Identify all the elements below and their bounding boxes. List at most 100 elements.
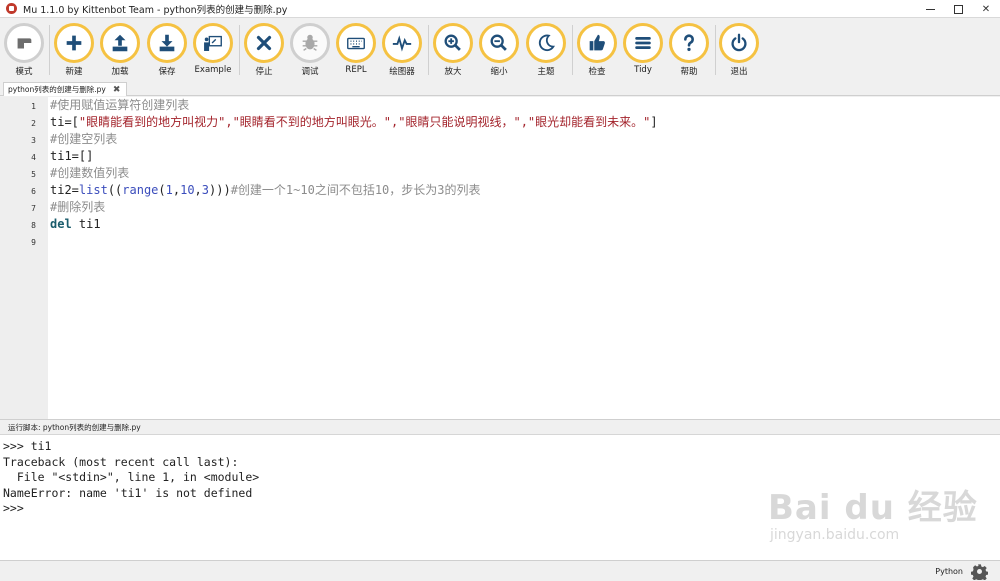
new-label: 新建	[65, 67, 83, 77]
file-tab[interactable]: python列表的创建与删除.py ✖	[3, 82, 128, 96]
code-line: del ti1	[50, 216, 101, 233]
builtin-text: range	[122, 183, 159, 197]
repl-prompt: >>>	[3, 501, 24, 515]
upload-icon	[112, 34, 128, 52]
mode-icon	[17, 38, 32, 49]
bug-icon	[302, 34, 318, 51]
theme-button[interactable]: 主题	[524, 23, 568, 77]
number-text: 10	[180, 183, 195, 197]
debug-label: 调试	[301, 67, 319, 77]
code-line: #使用赋值运算符创建列表	[50, 97, 189, 114]
toolbar: 模式 新建 加载 保存 Example 停止 调试 REPL 绘图器 放大 缩小	[0, 19, 1000, 81]
load-label: 加载	[111, 67, 129, 77]
code-text: )))	[209, 183, 231, 197]
watermark-logo: Bai du 经验	[768, 488, 978, 528]
mode-button[interactable]: 模式	[2, 23, 46, 77]
tidy-label: Tidy	[634, 65, 652, 75]
new-button[interactable]: 新建	[52, 23, 96, 77]
example-label: Example	[194, 65, 232, 75]
repl-line: Traceback (most recent call last):	[3, 455, 239, 469]
check-button[interactable]: 检查	[575, 23, 619, 77]
keyword-text: del	[50, 217, 72, 231]
code-text: ti2=	[50, 183, 79, 197]
download-icon	[159, 34, 175, 52]
moon-icon	[538, 34, 555, 51]
line-number: 7	[31, 204, 36, 213]
line-number: 4	[31, 153, 36, 162]
comment-text: #删除列表	[50, 200, 106, 214]
line-number: 8	[31, 221, 36, 230]
mode-label: 模式	[15, 67, 33, 77]
debug-button[interactable]: 调试	[288, 23, 332, 77]
stop-label: 停止	[255, 67, 273, 77]
title-bar: Mu 1.1.0 by Kittenbot Team - python列表的创建…	[0, 0, 1000, 18]
comment-text: #创建一个1~10之间不包括10，步长为3的列表	[230, 183, 481, 197]
line-number: 5	[31, 170, 36, 179]
repl-line: NameError: name 'ti1' is not defined	[3, 486, 253, 500]
code-editor[interactable]: 1 2 3 4 5 6 7 8 9 #使用赋值运算符创建列表 ti=["眼睛能看…	[0, 97, 1000, 419]
code-line: #删除列表	[50, 199, 105, 216]
save-button[interactable]: 保存	[145, 23, 189, 77]
plus-icon	[66, 35, 82, 51]
pulse-icon	[392, 35, 412, 52]
code-text: ti1=[]	[50, 149, 94, 163]
window-title: Mu 1.1.0 by Kittenbot Team - python列表的创建…	[23, 4, 288, 16]
window-controls: ✕	[916, 0, 1000, 18]
example-icon	[204, 35, 222, 52]
thumbs-up-icon	[589, 34, 605, 51]
stop-button[interactable]: 停止	[242, 23, 286, 77]
minimize-button[interactable]	[916, 0, 944, 18]
code-text: ((	[107, 183, 123, 197]
code-text: ]	[650, 115, 658, 129]
tab-close-icon[interactable]: ✖	[113, 85, 121, 95]
mode-indicator: Python	[935, 567, 963, 576]
comment-text: #创建数值列表	[50, 166, 130, 180]
tidy-button[interactable]: Tidy	[621, 23, 665, 75]
code-line: #创建数值列表	[50, 165, 129, 182]
code-text: ,	[172, 183, 181, 197]
quit-button[interactable]: 退出	[717, 23, 761, 77]
builtin-text: list	[78, 183, 108, 197]
help-button[interactable]: 帮助	[667, 23, 711, 77]
code-text: ,	[194, 183, 202, 197]
plotter-button[interactable]: 绘图器	[380, 23, 424, 77]
repl-line: File "<stdin>", line 1, in <module>	[3, 470, 260, 484]
zoom-out-label: 缩小	[490, 67, 508, 77]
line-number: 2	[31, 119, 36, 128]
gear-icon[interactable]	[971, 563, 988, 580]
tab-bar: python列表的创建与删除.py ✖	[0, 81, 1000, 96]
zoom-in-icon	[444, 34, 461, 51]
load-button[interactable]: 加载	[98, 23, 142, 77]
code-text: ti1	[71, 217, 101, 231]
comment-text: #使用赋值运算符创建列表	[50, 98, 190, 112]
repl-header: 运行脚本: python列表的创建与删除.py	[0, 419, 1000, 434]
mu-logo-icon	[6, 3, 17, 14]
line-number-gutter: 1 2 3 4 5 6 7 8 9	[0, 97, 48, 419]
code-line: ti2=list((range(1,10,3)))#创建一个1~10之间不包括1…	[50, 182, 481, 199]
maximize-button[interactable]	[944, 0, 972, 18]
check-label: 检查	[588, 67, 606, 77]
code-text: ti=[	[50, 115, 79, 129]
close-window-button[interactable]: ✕	[972, 0, 1000, 18]
file-tab-label: python列表的创建与删除.py	[8, 85, 106, 94]
repl-line: >>> ti1	[3, 439, 52, 453]
zoom-in-button[interactable]: 放大	[431, 23, 475, 77]
line-number: 1	[31, 102, 36, 111]
code-text: (	[158, 183, 166, 197]
theme-label: 主题	[537, 67, 555, 77]
string-text: "眼睛能看到的地方叫视力","眼睛看不到的地方叫眼光。","眼睛只能说明视线，"…	[78, 115, 651, 129]
help-label: 帮助	[680, 67, 698, 77]
comment-text: #创建空列表	[50, 132, 118, 146]
repl-label: REPL	[345, 65, 367, 75]
power-icon	[731, 33, 747, 52]
repl-button[interactable]: REPL	[334, 23, 378, 75]
status-bar: Python	[0, 560, 1000, 581]
watermark-url: jingyan.baidu.com	[770, 527, 900, 543]
code-line: ti1=[]	[50, 148, 93, 165]
line-number: 6	[31, 187, 36, 196]
example-button[interactable]: Example	[191, 23, 235, 75]
zoom-in-label: 放大	[444, 67, 462, 77]
code-line: ti=["眼睛能看到的地方叫视力","眼睛看不到的地方叫眼光。","眼睛只能说明…	[50, 114, 658, 131]
zoom-out-button[interactable]: 缩小	[477, 23, 521, 77]
question-icon	[684, 34, 694, 52]
